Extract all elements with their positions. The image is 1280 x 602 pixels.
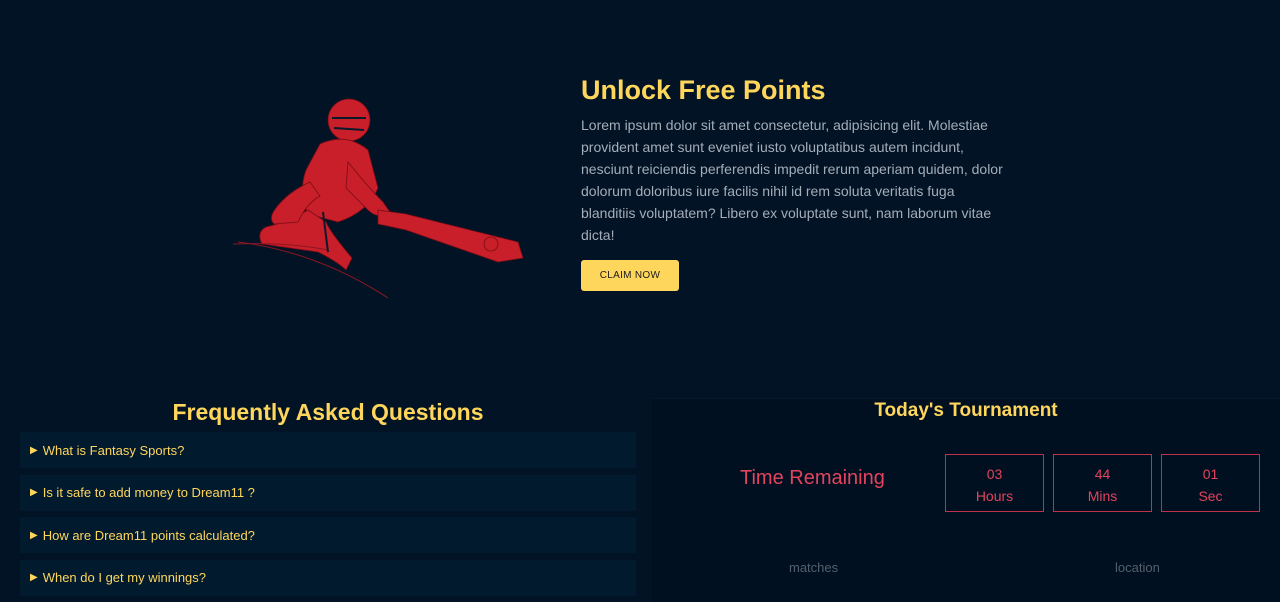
cricket-batsman-illustration <box>228 92 528 302</box>
countdown-value: 03 <box>986 466 1003 482</box>
triangle-right-icon: ▶ <box>30 487 38 498</box>
page: Unlock Free Points Lorem ipsum dolor sit… <box>0 0 1280 602</box>
countdown-unit: Hours <box>975 488 1014 504</box>
faq-item[interactable]: ▶ Is it safe to add money to Dream11 ? <box>20 474 636 511</box>
faq-item[interactable]: ▶ When do I get my winnings? <box>20 559 636 596</box>
matches-label: matches <box>789 560 839 575</box>
faq-title: Frequently Asked Questions <box>172 399 484 425</box>
countdown-minutes: 44 Mins <box>1053 454 1152 512</box>
tournament-section: Today's Tournament Time Remaining 03 Hou… <box>652 398 1280 602</box>
triangle-right-icon: ▶ <box>30 444 38 456</box>
countdown-seconds: 01 Sec <box>1161 454 1260 512</box>
countdown-value: 01 <box>1202 466 1219 482</box>
triangle-right-icon: ▶ <box>30 572 38 583</box>
faq-list: ▶ What is Fantasy Sports? ▶ Is it safe t… <box>20 432 636 596</box>
hero-title: Unlock Free Points <box>581 75 826 105</box>
countdown-hours: 03 Hours <box>945 454 1044 512</box>
time-remaining-label: Time Remaining <box>740 467 885 489</box>
faq-question: Is it safe to add money to Dream11 ? <box>42 485 255 500</box>
faq-item[interactable]: ▶ What is Fantasy Sports? <box>20 432 636 468</box>
faq-question: When do I get my winnings? <box>42 570 207 585</box>
faq-item[interactable]: ▶ How are Dream11 points calculated? <box>20 517 636 553</box>
faq-section: Frequently Asked Questions ▶ What is Fan… <box>20 392 636 602</box>
faq-question: What is Fantasy Sports? <box>42 442 185 458</box>
hero-description: Lorem ipsum dolor sit amet consectetur, … <box>581 117 1003 243</box>
countdown-unit: Sec <box>1198 488 1223 504</box>
faq-question: How are Dream11 points calculated? <box>42 527 255 543</box>
countdown-value: 44 <box>1094 466 1111 482</box>
countdown-unit: Mins <box>1087 488 1118 504</box>
location-label: location <box>1115 560 1160 575</box>
claim-now-button[interactable]: CLAIM NOW <box>581 260 679 291</box>
hero-text-block: Unlock Free Points Lorem ipsum dolor sit… <box>581 72 1011 291</box>
triangle-right-icon: ▶ <box>30 529 38 541</box>
countdown: Time Remaining 03 Hours 44 Mins 01 Sec <box>652 454 1280 514</box>
hero-section: Unlock Free Points Lorem ipsum dolor sit… <box>0 0 1280 380</box>
tournament-title: Today's Tournament <box>874 400 1058 421</box>
